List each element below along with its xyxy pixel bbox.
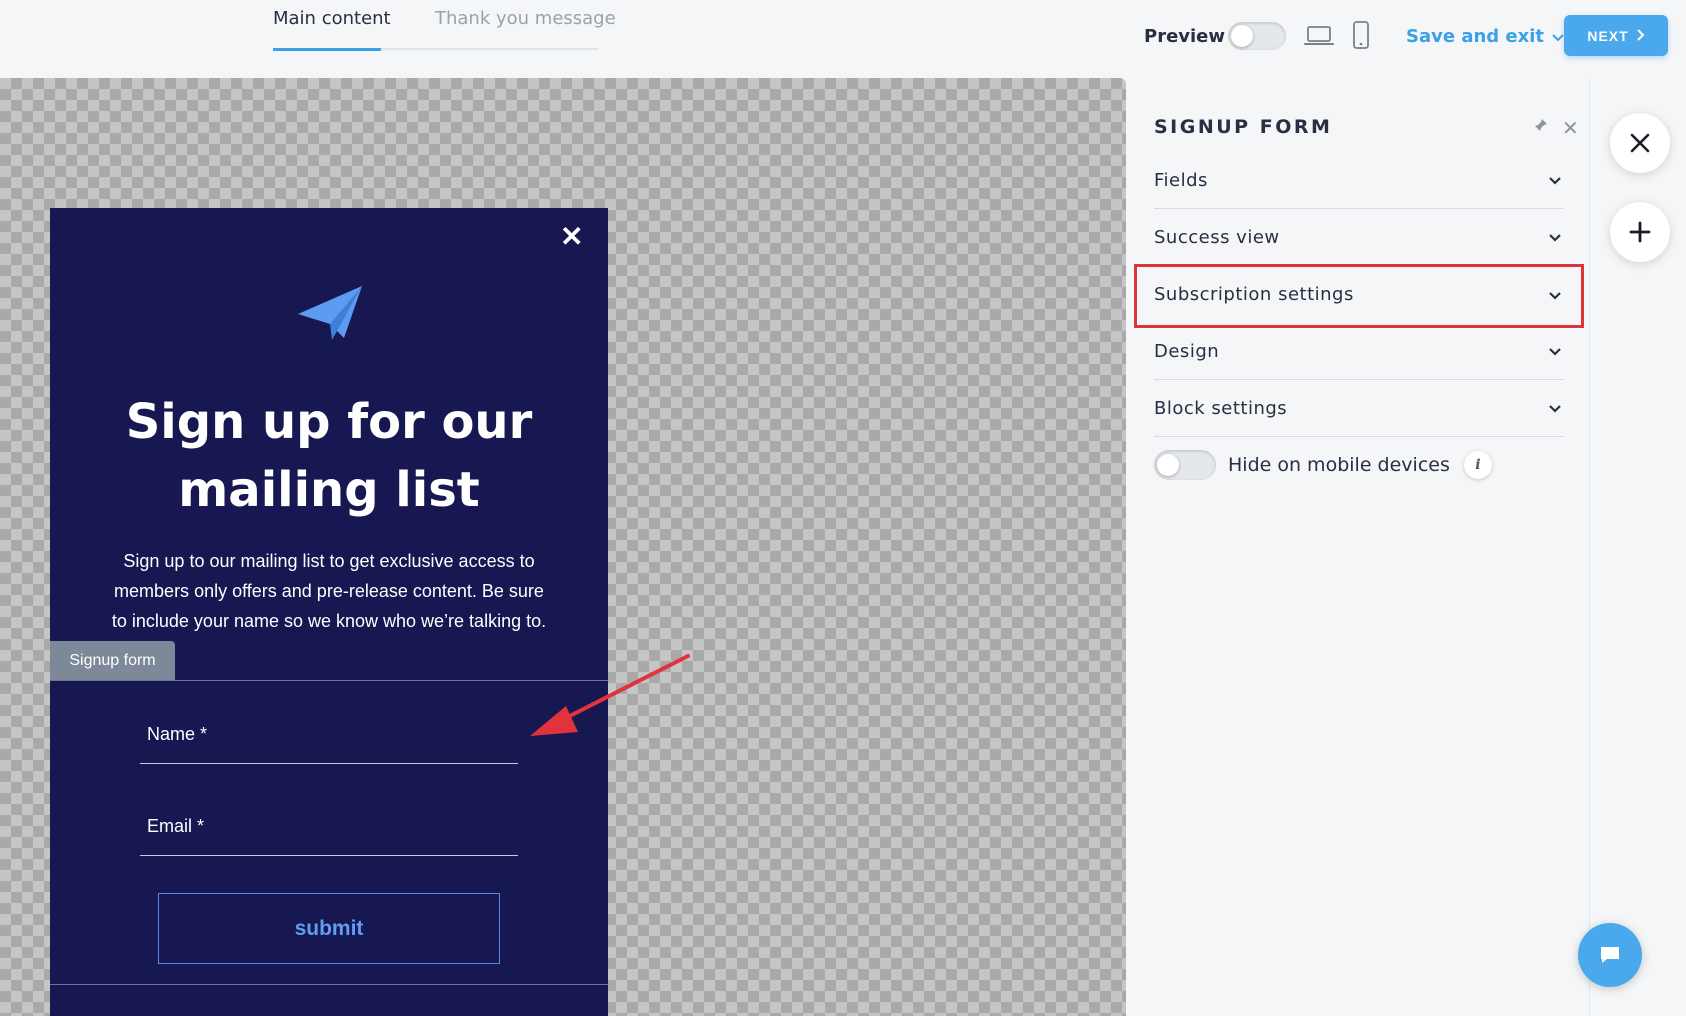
paper-plane-icon (296, 284, 364, 347)
form-divider (50, 984, 608, 985)
annotation-arrow (520, 648, 700, 753)
signup-form-block-tag[interactable]: Signup form (50, 641, 175, 681)
form-description: Sign up to our mailing list to get exclu… (111, 551, 547, 631)
form-title: Sign up for our mailing list (125, 394, 533, 518)
chevron-right-icon (1636, 28, 1645, 44)
add-block-button[interactable] (1610, 202, 1670, 262)
plus-icon (1629, 221, 1651, 243)
close-editor-button[interactable] (1610, 113, 1670, 173)
close-icon (1630, 133, 1650, 153)
close-icon[interactable]: ✕ (1562, 116, 1579, 141)
next-label: NEXT (1587, 27, 1629, 44)
hide-on-mobile-label: Hide on mobile devices (1228, 454, 1450, 476)
tab-main-content[interactable]: Main content (273, 8, 391, 29)
section-fields[interactable]: Fields (1154, 152, 1564, 209)
section-block-settings[interactable]: Block settings (1154, 380, 1564, 437)
name-field-label: Name * (147, 724, 208, 744)
signup-form-card[interactable]: ✕ Sign up for our mailing list Sign up t… (50, 208, 608, 1016)
chevron-down-icon (1549, 348, 1561, 356)
tab-thank-you-message[interactable]: Thank you message (435, 8, 616, 29)
email-field[interactable]: Email * (140, 798, 518, 856)
preview-label: Preview (1144, 26, 1226, 47)
save-and-exit-button[interactable]: Save and exit (1406, 26, 1564, 47)
section-design[interactable]: Design (1154, 323, 1564, 380)
submit-button[interactable]: submit (158, 893, 500, 964)
info-icon[interactable]: i (1463, 451, 1492, 479)
chat-icon (1601, 947, 1619, 963)
section-label: Design (1154, 340, 1220, 362)
editor-canvas: ✕ Sign up for our mailing list Sign up t… (0, 78, 1126, 1016)
laptop-icon[interactable] (1304, 24, 1334, 53)
pin-icon[interactable] (1534, 118, 1548, 137)
active-tab-indicator (273, 48, 381, 51)
section-label: Success view (1154, 226, 1280, 248)
chat-button[interactable] (1578, 923, 1642, 987)
section-success-view[interactable]: Success view (1154, 209, 1564, 266)
section-label: Fields (1154, 169, 1208, 191)
chevron-down-icon (1549, 405, 1561, 413)
next-button[interactable]: NEXT (1564, 15, 1668, 56)
chevron-down-icon (1552, 26, 1564, 47)
preview-toggle[interactable] (1228, 22, 1286, 50)
section-label: Block settings (1154, 397, 1288, 419)
email-field-label: Email * (147, 816, 205, 836)
highlight-box (1134, 264, 1584, 328)
name-field[interactable]: Name * (140, 706, 518, 764)
hide-on-mobile-toggle[interactable] (1154, 450, 1216, 480)
close-icon[interactable]: ✕ (560, 220, 583, 253)
save-and-exit-label: Save and exit (1406, 26, 1545, 47)
phone-icon[interactable] (1352, 20, 1370, 55)
hide-on-mobile-row: Hide on mobile devices i (1154, 450, 1492, 480)
top-bar: Main content Thank you message Preview S… (0, 0, 1686, 78)
panel-title: SIGNUP FORM (1154, 116, 1333, 138)
settings-panel: SIGNUP FORM ✕ Fields Success view Subscr… (1126, 78, 1590, 1016)
chevron-down-icon (1549, 177, 1561, 185)
chevron-down-icon (1549, 234, 1561, 242)
